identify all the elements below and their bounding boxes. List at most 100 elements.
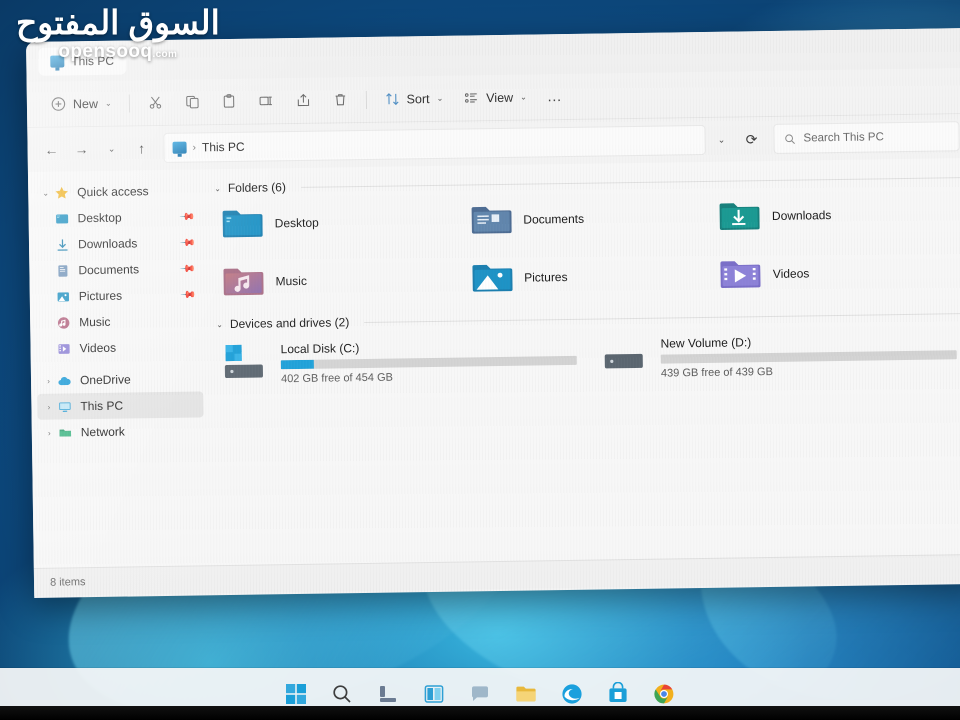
sidebar-item-this-pc[interactable]: › This PC [37, 391, 204, 420]
see-more-button[interactable]: … [538, 80, 574, 113]
downloads-icon [54, 237, 71, 252]
sidebar-item-downloads[interactable]: Downloads 📌 [35, 229, 201, 257]
chevron-down-icon: ⌄ [104, 98, 112, 108]
navigation-pane: ⌄ Quick access Desktop 📌 Downloads 📌 Doc… [28, 169, 212, 568]
explorer-tab-this-pc[interactable]: This PC [38, 46, 127, 76]
drive-tile-new-volume-d[interactable]: New Volume (D:) 439 GB free of 439 GB [596, 326, 960, 385]
folder-tile-pictures[interactable]: Pictures [464, 252, 713, 302]
pin-icon[interactable]: 📌 [178, 208, 195, 225]
up-button[interactable]: ↑ [127, 134, 155, 162]
chevron-right-icon[interactable]: › [41, 376, 56, 385]
share-button[interactable] [285, 84, 320, 117]
trash-icon [331, 91, 348, 108]
chrome-button[interactable] [652, 682, 676, 706]
sidebar-item-pictures[interactable]: Pictures 📌 [36, 281, 202, 309]
plus-circle-icon [50, 95, 67, 112]
folder-tile-label: Downloads [771, 208, 832, 223]
file-explorer-button[interactable] [514, 682, 538, 714]
sidebar-item-desktop[interactable]: Desktop 📌 [34, 203, 200, 231]
hard-drive-icon [602, 336, 649, 377]
this-pc-monitor-icon [56, 399, 73, 414]
breadcrumb-item-this-pc[interactable]: This PC [202, 140, 245, 155]
breadcrumb[interactable]: › This PC [163, 124, 706, 163]
chevron-right-icon[interactable]: › [42, 428, 57, 437]
new-button-label: New [72, 96, 99, 111]
chevron-down-icon[interactable]: ⌄ [216, 320, 223, 329]
rename-button[interactable] [248, 85, 283, 118]
refresh-button[interactable]: ⟳ [737, 125, 765, 153]
cut-button[interactable] [137, 86, 172, 119]
folders-group-label: Folders (6) [227, 180, 287, 196]
breadcrumb-separator: › [192, 141, 197, 154]
folder-tile-label: Desktop [274, 215, 319, 231]
clipboard-icon [220, 93, 237, 110]
folder-tile-documents[interactable]: Documents [463, 194, 712, 244]
chevron-down-icon[interactable]: ⌄ [214, 184, 221, 193]
back-button[interactable]: ← [37, 135, 65, 163]
search-button[interactable] [330, 682, 354, 706]
folder-tile-downloads[interactable]: Downloads [712, 190, 960, 240]
drive-usage-bar [280, 355, 577, 370]
folder-tile-label: Pictures [524, 269, 568, 285]
sidebar-item-network[interactable]: › Network [38, 417, 204, 445]
task-view-button[interactable] [376, 682, 400, 706]
drive-usage-bar [660, 350, 957, 364]
pin-icon[interactable]: 📌 [178, 234, 195, 251]
network-folder-icon [57, 425, 74, 440]
folder-tile-videos[interactable]: Videos [713, 248, 960, 298]
sidebar-item-label: Music [79, 314, 111, 330]
pictures-icon [55, 289, 72, 304]
folder-tile-desktop[interactable]: Desktop [214, 198, 463, 248]
sidebar-item-videos[interactable]: Videos [36, 333, 202, 361]
edge-button[interactable] [560, 682, 584, 706]
drive-tile-local-disk-c[interactable]: Local Disk (C:) 402 GB free of 454 GB [216, 332, 583, 391]
file-explorer-window: This PC New ⌄ Sort ⌄ View ⌄ … ← → ⌄ ↑ › … [26, 27, 960, 598]
toolbar-divider-2 [365, 90, 367, 109]
start-button[interactable] [284, 682, 308, 706]
pin-icon[interactable]: 📌 [179, 286, 196, 303]
drive-free-text: 402 GB free of 454 GB [280, 371, 394, 386]
drive-info: New Volume (D:) 439 GB free of 439 GB [660, 331, 957, 380]
new-button[interactable]: New ⌄ [41, 87, 121, 120]
pin-icon[interactable]: 📌 [179, 260, 196, 277]
star-icon [53, 185, 70, 200]
sidebar-item-onedrive[interactable]: › OneDrive [37, 365, 203, 393]
sidebar-item-label: Pictures [78, 288, 123, 304]
chevron-down-icon[interactable]: ⌄ [38, 188, 53, 197]
copy-button[interactable] [174, 86, 209, 119]
sidebar-item-label: Quick access [77, 184, 149, 200]
recent-locations-button[interactable]: ⌄ [97, 135, 125, 163]
sort-button[interactable]: Sort ⌄ [374, 82, 452, 115]
sort-button-label: Sort [406, 91, 430, 106]
microsoft-store-button[interactable] [606, 682, 630, 706]
folder-tile-label: Music [275, 273, 308, 289]
desktop-folder-icon [220, 206, 263, 243]
forward-button[interactable]: → [67, 135, 95, 163]
videos-icon [55, 341, 72, 356]
folder-tile-music[interactable]: Music [215, 256, 464, 306]
view-button-label: View [486, 90, 514, 105]
address-history-button[interactable]: ⌄ [707, 125, 735, 153]
chevron-right-icon[interactable]: › [41, 402, 56, 411]
drives-group-label: Devices and drives (2) [229, 315, 350, 332]
documents-folder-icon [469, 202, 512, 239]
search-placeholder: Search This PC [803, 131, 884, 145]
chat-button[interactable] [468, 682, 492, 706]
explorer-body: ⌄ Quick access Desktop 📌 Downloads 📌 Doc… [27, 157, 960, 568]
delete-button[interactable] [322, 84, 357, 117]
sidebar-item-documents[interactable]: Documents 📌 [35, 255, 201, 283]
sidebar-item-quick-access[interactable]: ⌄ Quick access [34, 177, 200, 205]
sidebar-item-label: Desktop [77, 210, 122, 226]
sidebar-item-label: Network [80, 424, 125, 440]
sidebar-item-music[interactable]: Music [36, 307, 202, 335]
address-bar-actions: ⌄ ⟳ Search This PC [707, 121, 960, 155]
paste-button[interactable] [211, 85, 246, 118]
ellipsis-icon: … [546, 88, 565, 106]
videos-folder-icon [719, 256, 762, 293]
desktop-folder-icon [54, 211, 71, 226]
widgets-button[interactable] [422, 682, 446, 706]
monitor-bezel [0, 706, 960, 720]
drives-grid: Local Disk (C:) 402 GB free of 454 GB Ne… [216, 326, 960, 391]
view-button[interactable]: View ⌄ [454, 81, 536, 114]
search-input[interactable]: Search This PC [773, 121, 960, 154]
